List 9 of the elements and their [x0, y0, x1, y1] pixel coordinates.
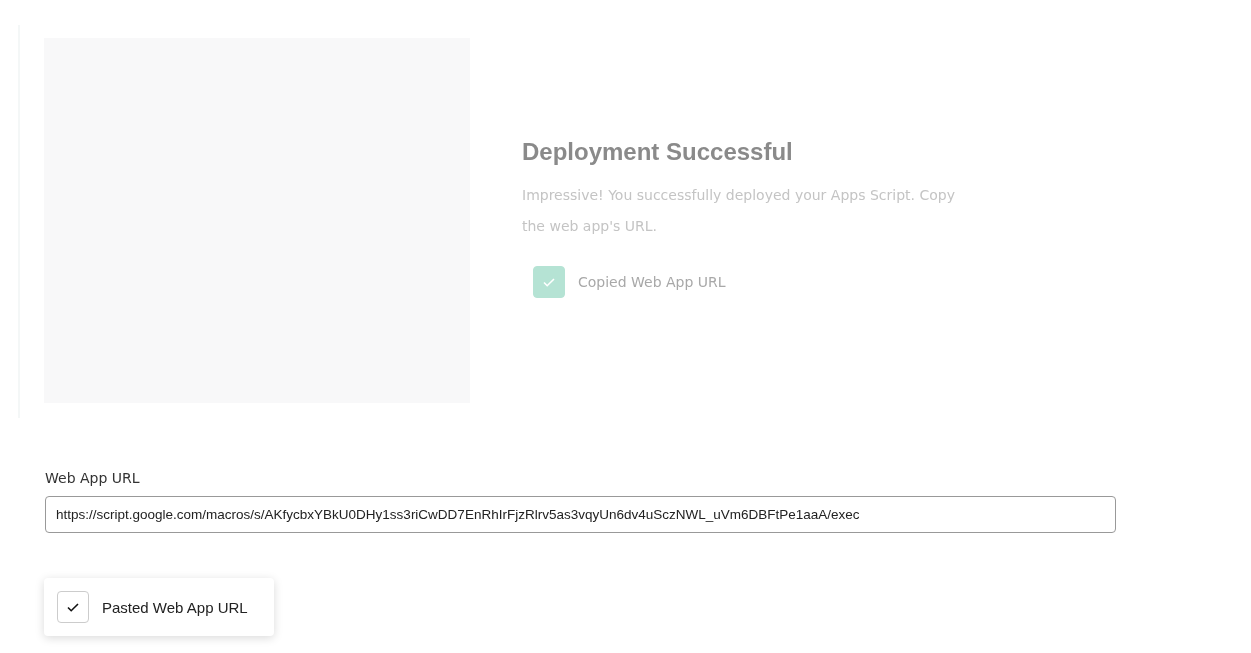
- checkbox-label: Pasted Web App URL: [102, 598, 248, 616]
- step-title: Deployment Successful: [522, 138, 794, 166]
- field-label: Web App URL: [45, 470, 141, 486]
- step-description: Impressive! You successfully deployed your Apps Script. Copy the web app's URL.: [522, 186, 956, 236]
- url-input-field[interactable]: https://script.google.com/macros/s/AKfycbxYBkU0DHy1ss3riCwDD7EnRhIrFjzRlrv5as3vqyUn6dv4uSczNWL_uVm6DBFtPe1aaA/exec: [45, 496, 1116, 533]
- checkbox[interactable]: [57, 591, 89, 623]
- confirm-card[interactable]: Pasted Web App URL: [44, 578, 274, 636]
- checkbox-label: Copied Web App URL: [578, 274, 726, 290]
- checkbox[interactable]: [533, 266, 565, 298]
